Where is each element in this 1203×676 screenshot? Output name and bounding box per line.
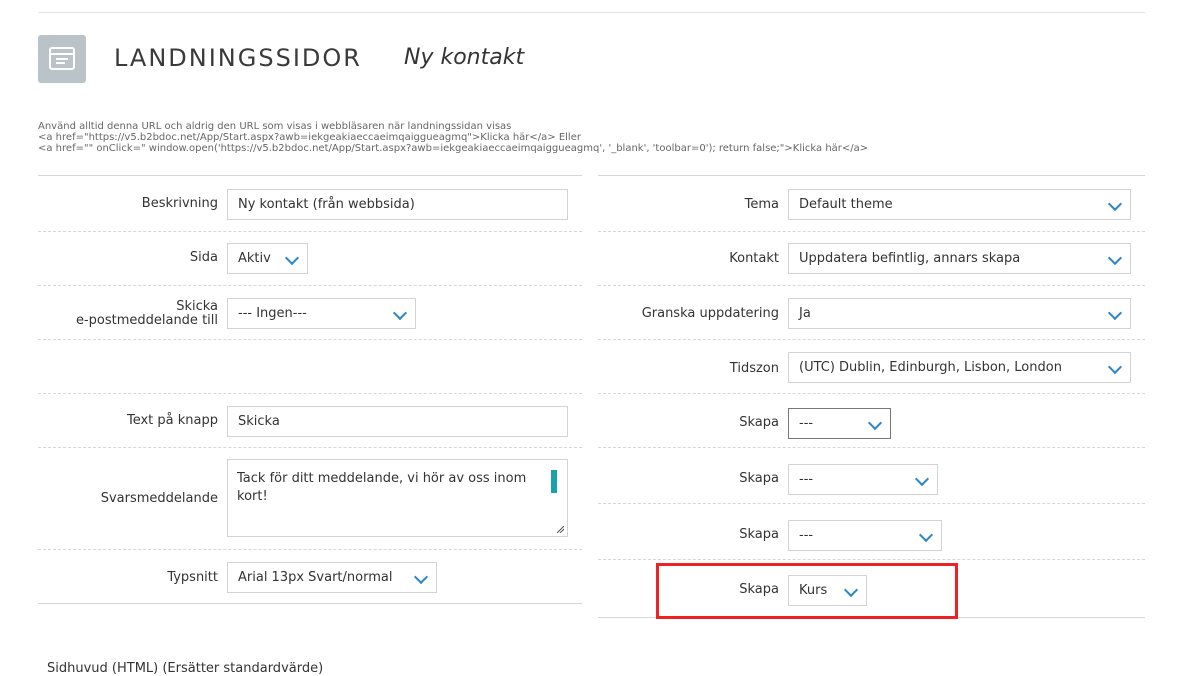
beskrivning-label: Beskrivning	[141, 196, 218, 211]
skicka-label-line2: e-postmeddelande till	[75, 313, 218, 328]
skicka-epost-select[interactable]: --- Ingen---	[227, 298, 416, 329]
tidszon-select[interactable]: (UTC) Dublin, Edinburgh, Lisbon, London	[788, 352, 1131, 383]
granska-label: Granska uppdatering	[641, 306, 779, 321]
skapa-label-2: Skapa	[739, 471, 779, 486]
tidszon-select-value: (UTC) Dublin, Edinburgh, Lisbon, London	[799, 360, 1062, 375]
granska-select-value: Ja	[799, 306, 811, 321]
page-subtitle: Ny kontakt	[404, 45, 525, 70]
skicka-label: Skicka e-postmeddelande till	[40, 300, 218, 328]
typsnitt-select[interactable]: Arial 13px Svart/normal	[227, 562, 437, 593]
kontakt-label: Kontakt	[729, 251, 779, 266]
row-divider	[598, 339, 1145, 340]
row-divider	[38, 231, 582, 232]
url-onclick-snippet: <a href="" onClick=" window.open('https:…	[38, 143, 869, 154]
text-cursor-icon	[551, 470, 557, 493]
skicka-label-line1: Skicka	[176, 299, 218, 314]
row-divider	[38, 393, 582, 394]
chevron-down-icon	[867, 415, 883, 431]
row-divider	[598, 231, 1145, 232]
row-divider	[598, 393, 1145, 394]
top-divider	[38, 12, 1145, 13]
svarsmeddelande-text: Tack för ditt meddelande, vi hör av oss …	[237, 471, 527, 504]
tema-select[interactable]: Default theme	[788, 189, 1131, 220]
typsnitt-select-value: Arial 13px Svart/normal	[238, 570, 393, 585]
row-divider	[38, 339, 582, 340]
beskrivning-input[interactable]: Ny kontakt (från webbsida)	[227, 189, 568, 220]
sida-select-value: Aktiv	[238, 251, 271, 266]
tidszon-label: Tidszon	[729, 361, 779, 376]
chevron-down-icon	[914, 471, 930, 487]
skapa-label-3: Skapa	[739, 527, 779, 542]
tema-label: Tema	[744, 197, 779, 212]
row-divider	[598, 559, 1145, 560]
resize-grip-icon[interactable]	[557, 526, 564, 533]
left-top-divider	[38, 175, 582, 176]
chevron-down-icon	[413, 569, 429, 585]
right-top-divider	[598, 175, 1145, 176]
row-divider	[598, 503, 1145, 504]
skapa-select-1[interactable]: ---	[788, 408, 891, 439]
kontakt-select-value: Uppdatera befintlig, annars skapa	[799, 251, 1021, 266]
typsnitt-label: Typsnitt	[167, 570, 218, 585]
svarsmeddelande-label: Svarsmeddelande	[100, 491, 218, 506]
sida-select[interactable]: Aktiv	[227, 243, 308, 274]
skicka-epost-select-value: --- Ingen---	[238, 306, 307, 321]
row-divider	[38, 447, 582, 448]
skapa-select-2-value: ---	[799, 472, 814, 487]
skapa-select-1-value: ---	[799, 416, 814, 431]
page-title: LANDNINGSSIDOR	[114, 44, 362, 72]
chevron-down-icon	[1107, 196, 1123, 212]
skapa-select-2[interactable]: ---	[788, 464, 938, 495]
chevron-down-icon	[1107, 250, 1123, 266]
row-divider	[38, 549, 582, 550]
kontakt-select[interactable]: Uppdatera befintlig, annars skapa	[788, 243, 1131, 274]
chevron-down-icon	[284, 250, 300, 266]
chevron-down-icon	[392, 305, 408, 321]
skapa-label-1: Skapa	[739, 415, 779, 430]
highlight-box	[656, 563, 958, 619]
text-pa-knapp-input[interactable]: Skicka	[227, 406, 568, 437]
svarsmeddelande-textarea[interactable]: Tack för ditt meddelande, vi hör av oss …	[227, 459, 568, 537]
url-info-line: Använd alltid denna URL och aldrig den U…	[38, 121, 512, 132]
window-form-icon	[38, 35, 86, 83]
text-pa-knapp-label: Text på knapp	[126, 413, 218, 428]
row-divider	[38, 285, 582, 286]
chevron-down-icon	[1107, 305, 1123, 321]
skapa-select-3-value: ---	[799, 528, 814, 543]
sida-label: Sida	[189, 250, 218, 265]
tema-select-value: Default theme	[799, 197, 893, 212]
chevron-down-icon	[918, 527, 934, 543]
sidhuvud-label: Sidhuvud (HTML) (Ersätter standardvärde)	[47, 661, 324, 676]
left-bottom-divider	[38, 603, 582, 604]
granska-select[interactable]: Ja	[788, 298, 1131, 329]
skapa-select-3[interactable]: ---	[788, 520, 942, 551]
chevron-down-icon	[1107, 359, 1123, 375]
row-divider	[598, 447, 1145, 448]
row-divider	[598, 285, 1145, 286]
url-link-snippet: <a href="https://v5.b2bdoc.net/App/Start…	[38, 132, 581, 143]
